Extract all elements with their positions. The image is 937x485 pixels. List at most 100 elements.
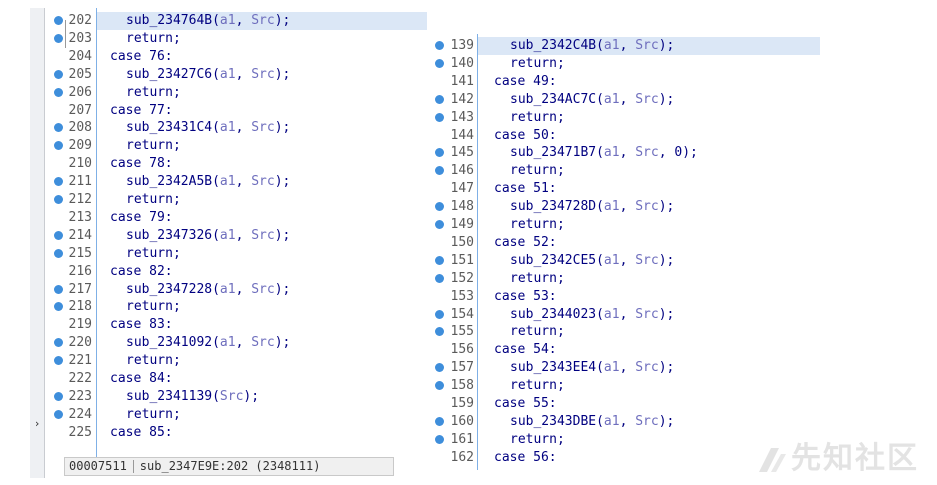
code-token: , <box>619 199 636 215</box>
code-token: ); <box>658 306 675 322</box>
code-line[interactable]: 214 sub_2347326(a1, Src); <box>44 227 426 245</box>
argument-token: Src <box>635 145 659 161</box>
code-token: return; <box>510 431 565 447</box>
code-line[interactable]: 222 case 84: <box>44 370 426 388</box>
argument-token: Src <box>251 120 275 136</box>
line-number: 149 <box>450 217 474 232</box>
argument-token: Src <box>251 335 275 351</box>
code-line[interactable]: 157 sub_2343EE4(a1, Src); <box>430 359 820 377</box>
code-line[interactable]: 149 return; <box>430 216 820 234</box>
code-line[interactable]: 219 case 83: <box>44 316 426 334</box>
code-line[interactable]: 145 sub_23471B7(a1, Src, 0); <box>430 144 820 162</box>
line-number: 154 <box>450 306 474 322</box>
code-line[interactable]: 144 case 50: <box>430 127 820 145</box>
code-token: sub_2343DBE( <box>510 413 604 429</box>
code-line[interactable]: 143 return; <box>430 109 820 127</box>
code-text: return; <box>126 191 181 209</box>
code-text: sub_2342CE5(a1, Src); <box>510 252 674 270</box>
code-line[interactable]: 146 return; <box>430 162 820 180</box>
code-text: return; <box>126 30 181 48</box>
code-line[interactable]: 220 sub_2341092(a1, Src); <box>44 334 426 352</box>
code-line[interactable]: 139 sub_2342C4B(a1, Src); <box>435 37 820 55</box>
code-line[interactable]: 206 return; <box>44 84 426 102</box>
code-line[interactable]: 151 sub_2342CE5(a1, Src); <box>430 252 820 270</box>
code-text: case 79: <box>110 209 173 227</box>
code-line[interactable]: 224 return; <box>44 406 426 424</box>
code-line[interactable]: 160 sub_2343DBE(a1, Src); <box>430 413 820 431</box>
code-token: , <box>235 120 252 136</box>
argument-token: a1 <box>219 227 236 243</box>
code-token: , <box>619 38 636 53</box>
code-token: return; <box>126 406 181 422</box>
code-token: , <box>619 413 636 429</box>
code-token: , <box>619 306 636 322</box>
left-code-area[interactable]: 202 sub_234764B(a1, Src); 203 return; 204 cas… <box>44 8 427 458</box>
argument-token: Src <box>251 227 275 243</box>
code-token: sub_234AC7C( <box>510 91 604 107</box>
code-line[interactable]: 209 return; <box>44 137 426 155</box>
code-text: sub_2342A5B(a1, Src); <box>126 173 290 191</box>
code-token: ); <box>658 38 675 53</box>
code-line[interactable]: 153 case 53: <box>430 288 820 306</box>
code-line[interactable]: 215 return; <box>44 245 426 263</box>
code-line[interactable]: 148 sub_234728D(a1, Src); <box>430 198 820 216</box>
code-line[interactable]: 203 return; <box>44 30 426 48</box>
argument-token: a1 <box>603 360 620 376</box>
code-text: sub_234728D(a1, Src); <box>510 198 674 216</box>
code-line[interactable]: 158 return; <box>430 377 820 395</box>
code-line[interactable]: 225 case 85: <box>44 424 426 442</box>
code-line[interactable]: 155 return; <box>430 323 820 341</box>
argument-token: Src <box>635 306 659 322</box>
code-line[interactable]: 147 case 51: <box>430 180 820 198</box>
code-token: ); <box>658 252 675 268</box>
code-line[interactable]: 140 return; <box>430 55 820 73</box>
code-line[interactable]: 205 sub_23427C6(a1, Src); <box>44 66 426 84</box>
code-token: case 84: <box>110 371 173 386</box>
code-line[interactable]: 208 sub_23431C4(a1, Src); <box>44 119 426 137</box>
left-status-bar: 00007511 sub_2347E9E:202 (2348111) <box>64 457 394 476</box>
code-line[interactable]: 212 return; <box>44 191 426 209</box>
code-line[interactable]: 218 return; <box>44 298 426 316</box>
code-line[interactable]: 204 case 76: <box>44 48 426 66</box>
code-line[interactable]: 211 sub_2342A5B(a1, Src); <box>44 173 426 191</box>
code-line[interactable]: 216 case 82: <box>44 263 426 281</box>
code-line[interactable]: 207 case 77: <box>44 102 426 120</box>
code-line[interactable]: 223 sub_2341139(Src); <box>44 388 426 406</box>
line-number: 218 <box>68 299 92 315</box>
code-text: sub_2343DBE(a1, Src); <box>510 413 674 431</box>
argument-token: Src <box>635 252 659 268</box>
code-line[interactable]: 154 sub_2344023(a1, Src); <box>430 306 820 324</box>
line-number: 209 <box>68 138 92 154</box>
code-line[interactable]: 159 case 55: <box>430 395 820 413</box>
line-number: 206 <box>68 84 92 100</box>
code-token: case 52: <box>494 234 557 250</box>
code-line[interactable]: 213 case 79: <box>44 209 426 227</box>
code-text: case 56: <box>494 449 557 467</box>
code-text: sub_234AC7C(a1, Src); <box>510 91 674 109</box>
right-code-area[interactable]: 139 sub_2342C4B(a1, Src); 140 return; 141 cas… <box>430 34 820 470</box>
code-token: return; <box>126 138 181 154</box>
code-text: case 82: <box>110 263 173 281</box>
line-number: 159 <box>450 396 474 411</box>
code-token: , <box>235 13 252 28</box>
expand-arrow-icon[interactable]: › <box>31 417 43 431</box>
code-line[interactable]: 221 return; <box>44 352 426 370</box>
code-line[interactable]: 142 sub_234AC7C(a1, Src); <box>430 91 820 109</box>
code-token: sub_2341139( <box>126 388 220 404</box>
line-number: 225 <box>68 424 92 440</box>
code-line[interactable]: 210 case 78: <box>44 155 426 173</box>
code-line[interactable]: 156 case 54: <box>430 341 820 359</box>
code-token: case 85: <box>110 424 173 440</box>
code-line[interactable]: 217 sub_2347228(a1, Src); <box>44 281 426 299</box>
code-token: sub_2342A5B( <box>126 174 220 190</box>
code-text: case 51: <box>494 180 557 198</box>
code-line[interactable]: 150 case 52: <box>430 234 820 252</box>
code-token: ); <box>274 335 291 351</box>
code-line[interactable]: 141 case 49: <box>430 73 820 91</box>
line-number: 141 <box>450 73 474 89</box>
code-line[interactable]: 202 sub_234764B(a1, Src); <box>54 12 427 30</box>
code-token: , <box>619 145 636 161</box>
code-line[interactable]: 152 return; <box>430 270 820 288</box>
code-token: return; <box>126 245 181 261</box>
line-number: 212 <box>68 192 92 207</box>
